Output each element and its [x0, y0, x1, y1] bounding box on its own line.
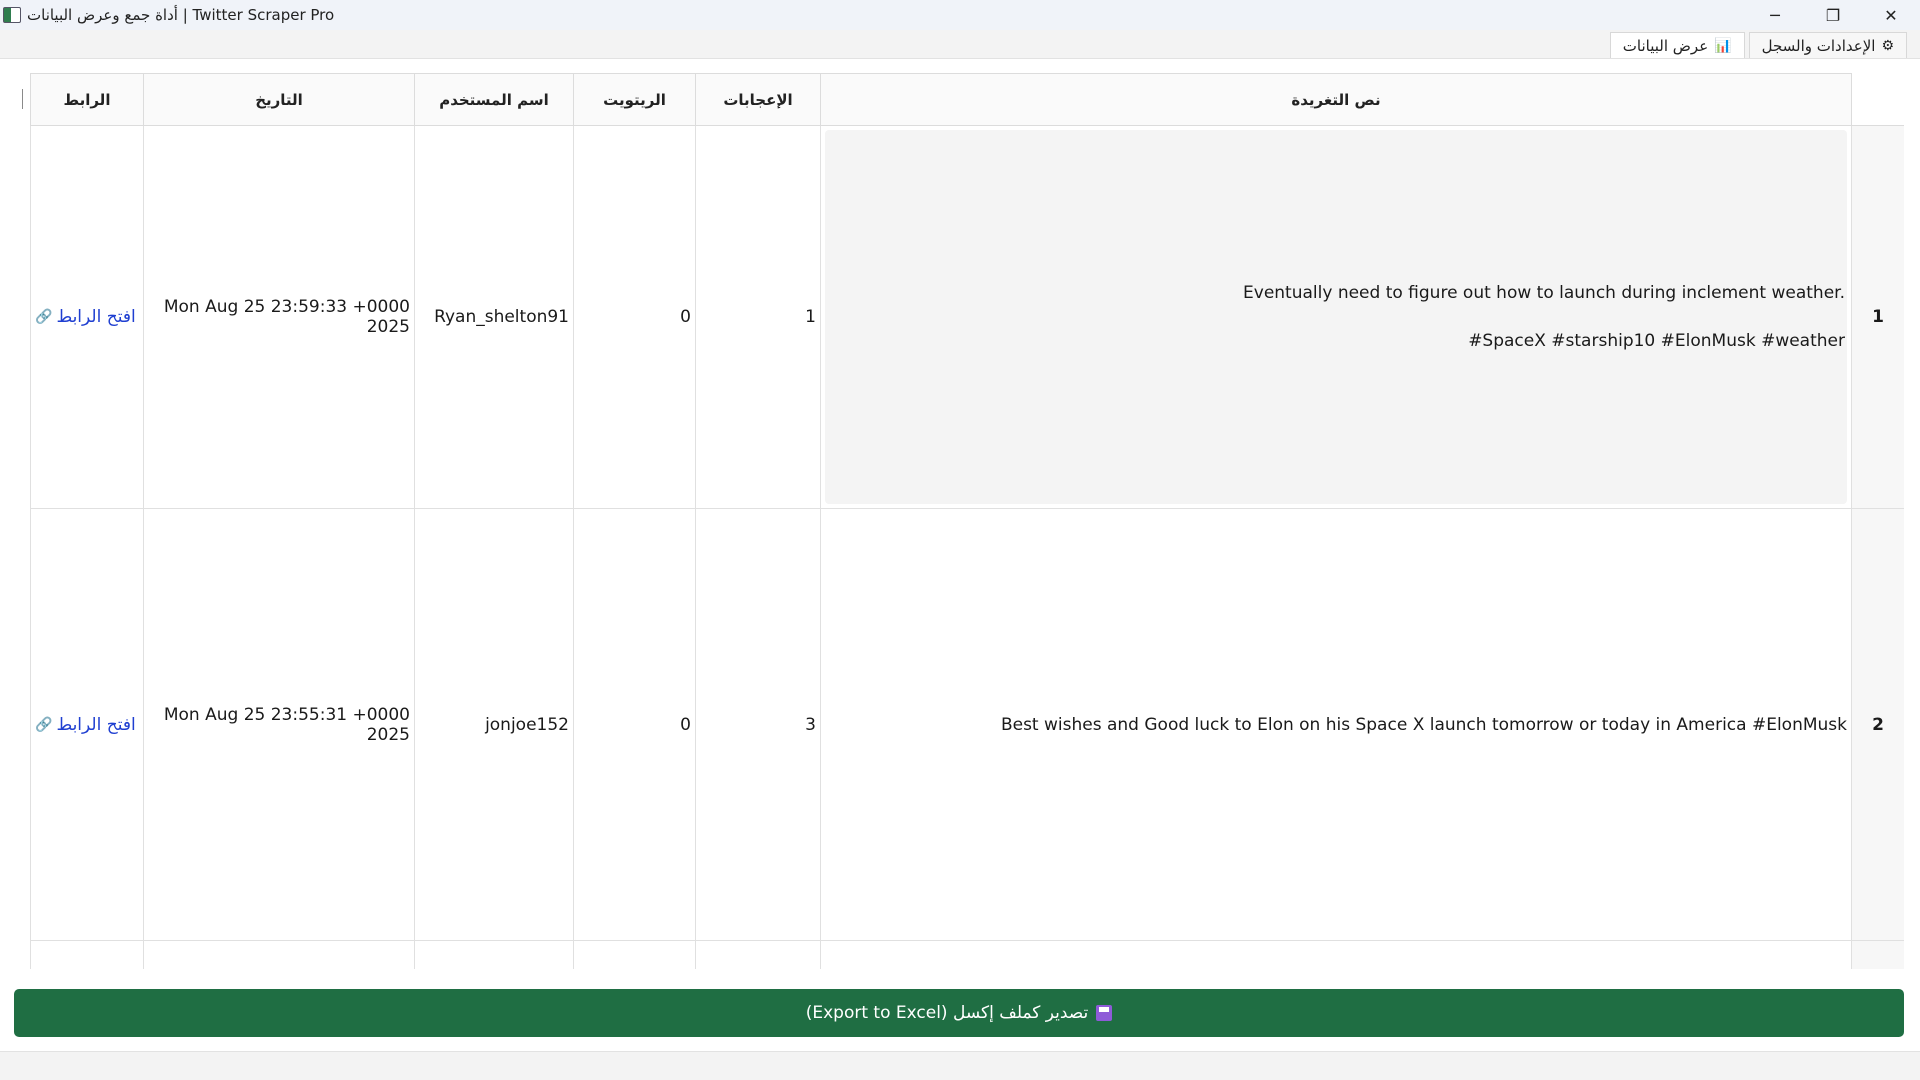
tab-settings-log-label: الإعدادات والسجل: [1761, 36, 1876, 55]
header-date[interactable]: التاريخ: [143, 73, 415, 126]
username-cell[interactable]: Ryan_shelton91: [414, 125, 574, 509]
app-icon: [3, 7, 21, 23]
table-row[interactable]: افتح الرابط 🔗 Mon Aug 25 23:59:33 +0000 …: [30, 125, 1904, 509]
export-excel-button[interactable]: تصدير كملف إكسل (Export to Excel): [14, 989, 1904, 1037]
link-icon: 🔗: [35, 309, 53, 325]
table-row[interactable]: افتح الرابط 🔗 Mon Aug 25 23:55:31 +0000 …: [30, 508, 1904, 941]
table-row-partial[interactable]: [30, 940, 1904, 969]
window-controls: ─ ❐ ✕: [1746, 0, 1920, 30]
maximize-button[interactable]: ❐: [1804, 0, 1862, 30]
title-bar: أداة جمع وعرض البيانات | Twitter Scraper…: [0, 0, 1920, 30]
date-cell[interactable]: Mon Aug 25 23:55:31 +0000 2025: [143, 508, 415, 941]
tab-view-data[interactable]: 📊 عرض البيانات: [1609, 32, 1745, 58]
tweet-text-cell[interactable]: Best wishes and Good luck to Elon on his…: [820, 508, 1852, 941]
tweet-text-line: Eventually need to figure out how to lau…: [1243, 283, 1845, 303]
row-number[interactable]: 2: [1851, 508, 1904, 941]
username-cell[interactable]: jonjoe152: [414, 508, 574, 941]
open-link-label: افتح الرابط: [56, 307, 136, 327]
retweets-cell[interactable]: 0: [573, 125, 696, 509]
header-username[interactable]: اسم المستخدم: [414, 73, 574, 126]
likes-cell[interactable]: 3: [695, 508, 821, 941]
header-corner: [1851, 73, 1904, 126]
tweet-hashtags-line: #SpaceX #starship10 #ElonMusk #weather: [1468, 331, 1845, 351]
empty-cell: [30, 940, 144, 969]
retweets-cell[interactable]: 0: [573, 508, 696, 941]
header-link[interactable]: الرابط: [30, 73, 144, 126]
gear-icon: ⚙: [1881, 37, 1894, 54]
floppy-disk-icon: [1096, 1005, 1113, 1021]
data-panel: الرابط التاريخ اسم المستخدم الريتويت الإ…: [0, 58, 1920, 1052]
close-button[interactable]: ✕: [1862, 0, 1920, 30]
data-table: الرابط التاريخ اسم المستخدم الريتويت الإ…: [30, 73, 1904, 969]
header-tweet-text[interactable]: نص التغريدة: [820, 73, 1852, 126]
link-icon: 🔗: [35, 716, 53, 733]
open-link-label: افتح الرابط: [56, 714, 136, 735]
tab-bar: ⚙ الإعدادات والسجل 📊 عرض البيانات: [1609, 32, 1907, 58]
tab-view-data-label: عرض البيانات: [1622, 36, 1709, 55]
link-cell: افتح الرابط 🔗: [30, 508, 144, 941]
open-link[interactable]: افتح الرابط 🔗: [35, 715, 136, 735]
empty-cell: [695, 940, 821, 969]
date-cell[interactable]: Mon Aug 25 23:59:33 +0000 2025: [143, 125, 415, 509]
empty-cell: [143, 940, 415, 969]
tweet-text-cell[interactable]: Eventually need to figure out how to lau…: [820, 125, 1852, 509]
empty-cell: [414, 940, 574, 969]
row-number[interactable]: 1: [1851, 125, 1904, 509]
empty-cell: [573, 940, 696, 969]
data-table-container[interactable]: الرابط التاريخ اسم المستخدم الريتويت الإ…: [16, 73, 1904, 969]
table-header-row: الرابط التاريخ اسم المستخدم الريتويت الإ…: [30, 73, 1904, 126]
likes-cell[interactable]: 1: [695, 125, 821, 509]
header-likes[interactable]: الإعجابات: [695, 73, 821, 126]
bar-chart-icon: 📊: [1714, 37, 1732, 54]
scroll-edge: [22, 89, 23, 109]
row-number: [1851, 940, 1904, 969]
tweet-text-selected: Eventually need to figure out how to lau…: [825, 130, 1847, 504]
open-link[interactable]: افتح الرابط 🔗: [35, 307, 136, 327]
link-cell: افتح الرابط 🔗: [30, 125, 144, 509]
export-excel-label: تصدير كملف إكسل (Export to Excel): [805, 1003, 1089, 1023]
window-title: أداة جمع وعرض البيانات | Twitter Scraper…: [27, 6, 335, 24]
tab-settings-log[interactable]: ⚙ الإعدادات والسجل: [1748, 32, 1907, 58]
empty-cell: [820, 940, 1852, 969]
header-retweets[interactable]: الريتويت: [573, 73, 696, 126]
minimize-button[interactable]: ─: [1746, 0, 1804, 30]
